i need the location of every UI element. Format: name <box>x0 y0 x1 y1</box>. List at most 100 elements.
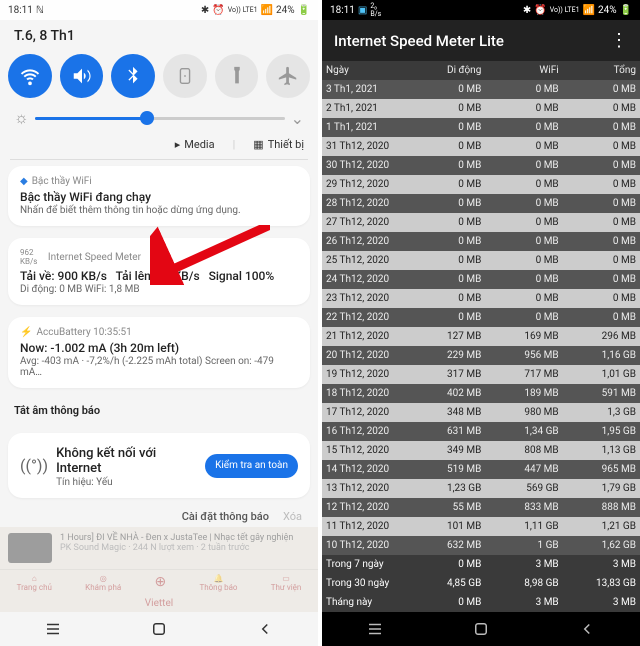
app-badge-icon: ▣ <box>358 5 367 16</box>
table-row[interactable]: 28 Th12, 20200 MB0 MB0 MB <box>322 194 640 213</box>
speed-meter-usage: Di động: 0 MB WiFi: 1,8 MB <box>20 284 298 295</box>
recents-icon[interactable] <box>44 620 62 638</box>
vowifi-icon: Vo)) LTE1 <box>550 6 580 14</box>
rotation-toggle[interactable] <box>163 54 207 98</box>
table-row[interactable]: 30 Th12, 20200 MB0 MB0 MB <box>322 156 640 175</box>
table-row[interactable]: 21 Th12, 2020127 MB169 MB296 MB <box>322 327 640 346</box>
notification-wifi-master[interactable]: ◆Bậc thầy WiFi Bậc thầy WiFi đang chạy N… <box>8 166 310 226</box>
internet-title: Không kết nối với Internet <box>56 446 197 476</box>
table-row[interactable]: 19 Th12, 2020317 MB717 MB1,01 GB <box>322 365 640 384</box>
table-row[interactable]: 20 Th12, 2020229 MB956 MB1,16 GB <box>322 346 640 365</box>
table-row[interactable]: 25 Th12, 20200 MB0 MB0 MB <box>322 251 640 270</box>
table-row[interactable]: 2 Th1, 20210 MB0 MB0 MB <box>322 99 640 118</box>
table-row[interactable]: 24 Th12, 20200 MB0 MB0 MB <box>322 270 640 289</box>
wifi-master-app-name: Bậc thầy WiFi <box>32 176 92 187</box>
table-header: Ngày Di động WiFi Tổng <box>322 61 640 80</box>
table-row[interactable]: 29 Th12, 20200 MB0 MB0 MB <box>322 175 640 194</box>
tab-notif[interactable]: 🔔Thông báo <box>199 574 237 592</box>
notification-speed-meter[interactable]: 962KB/s Internet Speed Meter Tải về: 900… <box>8 238 310 305</box>
wifi-master-body: Nhấn để biết thêm thông tin hoặc dừng ứn… <box>20 205 298 216</box>
youtube-tabs: ⌂Trang chủ ◎Khám phá ⊕ 🔔Thông báo ▭Thư v… <box>0 569 318 596</box>
tab-explore[interactable]: ◎Khám phá <box>85 574 121 592</box>
video-title: 1 Hours] ĐI VỀ NHÀ - Đen x JustaTee | Nh… <box>60 533 293 543</box>
signal-icon: 📶 <box>261 5 273 16</box>
table-row[interactable]: 1 Th1, 20210 MB0 MB0 MB <box>322 118 640 137</box>
table-row[interactable]: 3 Th1, 20210 MB0 MB0 MB <box>322 80 640 99</box>
media-button[interactable]: ▸ Media <box>175 138 215 151</box>
check-safety-button[interactable]: Kiểm tra an toàn <box>205 454 298 478</box>
table-row[interactable]: 26 Th12, 20200 MB0 MB0 MB <box>322 232 640 251</box>
data-table: Ngày Di động WiFi Tổng 3 Th1, 20210 MB0 … <box>322 61 640 612</box>
chevron-down-icon[interactable]: ⌄ <box>291 109 304 128</box>
airplane-toggle[interactable] <box>266 54 310 98</box>
phone-right-speed-meter-app: 18:11 ▣ 2₀B/s ✱ ⏰ Vo)) LTE1 📶 24% 🔋 Inte… <box>322 0 640 646</box>
table-row[interactable]: 17 Th12, 2020348 MB980 MB1,3 GB <box>322 403 640 422</box>
back-icon[interactable] <box>578 620 596 638</box>
recents-icon[interactable] <box>366 620 384 638</box>
brightness-row: ☼ ⌄ <box>0 104 318 134</box>
tab-library[interactable]: ▭Thư viện <box>271 574 302 592</box>
phone-left-notification-panel: 18:11 ℕ ✱ ⏰ Vo)) LTE1 📶 24% 🔋 T.6, 8 Th1 <box>0 0 318 646</box>
back-icon[interactable] <box>256 620 274 638</box>
background-content: 1 Hours] ĐI VỀ NHÀ - Đen x JustaTee | Nh… <box>0 527 318 612</box>
alarm-icon: ⏰ <box>534 5 546 16</box>
panel-date: T.6, 8 Th1 <box>0 20 318 48</box>
home-icon[interactable] <box>150 620 168 638</box>
nav-bar-left <box>0 612 318 646</box>
wifi-icon <box>19 65 41 87</box>
app-title: Internet Speed Meter Lite <box>334 32 504 50</box>
battery-pct: 24% <box>276 5 295 16</box>
play-icon: ▸ <box>175 138 181 151</box>
more-icon[interactable]: ⋮ <box>610 30 628 51</box>
quick-settings-row <box>0 48 318 104</box>
col-total: Tổng <box>563 61 640 80</box>
flashlight-icon <box>226 65 248 87</box>
brightness-slider[interactable] <box>35 117 285 120</box>
tab-add[interactable]: ⊕ <box>154 574 166 592</box>
flashlight-toggle[interactable] <box>215 54 259 98</box>
devices-button[interactable]: ▦ Thiết bị <box>253 138 304 151</box>
table-row[interactable]: 18 Th12, 2020402 MB189 MB591 MB <box>322 384 640 403</box>
table-row[interactable]: 15 Th12, 2020349 MB808 MB1,13 GB <box>322 441 640 460</box>
tab-home[interactable]: ⌂Trang chủ <box>17 574 52 592</box>
silence-notifications[interactable]: Tắt âm thông báo <box>0 394 318 427</box>
notification-internet[interactable]: ((°)) Không kết nối với Internet Tín hiệ… <box>8 433 310 498</box>
wifi-toggle[interactable] <box>8 54 52 98</box>
table-row[interactable]: 27 Th12, 20200 MB0 MB0 MB <box>322 213 640 232</box>
status-bar: 18:11 ℕ ✱ ⏰ Vo)) LTE1 📶 24% 🔋 <box>0 0 318 20</box>
bluetooth-icon <box>122 65 144 87</box>
table-row[interactable]: 23 Th12, 20200 MB0 MB0 MB <box>322 289 640 308</box>
table-row[interactable]: 12 Th12, 202055 MB833 MB888 MB <box>322 498 640 517</box>
battery-icon: 🔋 <box>620 5 632 16</box>
accubattery-now: Now: -1.002 mA (3h 20m left) <box>20 341 298 355</box>
signal-icon: 📶 <box>583 5 595 16</box>
video-thumbnail <box>8 533 52 563</box>
notification-footer: Cài đặt thông báo Xóa <box>0 504 318 527</box>
table-row[interactable]: 10 Th12, 2020632 MB1 GB1,62 GB <box>322 536 640 555</box>
devices-label: Thiết bị <box>268 138 304 151</box>
speed-meter-stats: Tải về: 900 KB/s Tải lên: 62 KB/s Signal… <box>20 269 298 283</box>
nfc-icon: ℕ <box>36 5 44 16</box>
media-devices-row: ▸ Media | ▦ Thiết bị <box>0 134 318 159</box>
status-time: 18:11 <box>8 5 33 16</box>
table-row[interactable]: 22 Th12, 20200 MB0 MB0 MB <box>322 308 640 327</box>
table-row[interactable]: 11 Th12, 2020101 MB1,11 GB1,21 GB <box>322 517 640 536</box>
table-total-row: Tháng này0 MB3 MB3 MB <box>322 593 640 612</box>
home-icon[interactable] <box>472 620 490 638</box>
col-mobile: Di động <box>408 61 485 80</box>
col-wifi: WiFi <box>485 61 562 80</box>
notification-settings-link[interactable]: Cài đặt thông báo <box>182 510 269 523</box>
table-row[interactable]: 31 Th12, 20200 MB0 MB0 MB <box>322 137 640 156</box>
clear-all-link[interactable]: Xóa <box>283 510 302 523</box>
notification-accubattery[interactable]: ⚡AccuBattery 10:35:51 Now: -1.002 mA (3h… <box>8 317 310 388</box>
bluetooth-toggle[interactable] <box>111 54 155 98</box>
table-row[interactable]: 16 Th12, 2020631 MB1,34 GB1,95 GB <box>322 422 640 441</box>
sound-toggle[interactable] <box>60 54 104 98</box>
sound-icon <box>71 65 93 87</box>
table-row[interactable]: 14 Th12, 2020519 MB447 MB965 MB <box>322 460 640 479</box>
col-date: Ngày <box>322 61 408 80</box>
rotation-lock-icon <box>174 65 196 87</box>
battery-pct: 24% <box>598 5 617 16</box>
bluetooth-icon: ✱ <box>201 5 209 16</box>
table-row[interactable]: 13 Th12, 20201,23 GB569 GB1,79 GB <box>322 479 640 498</box>
